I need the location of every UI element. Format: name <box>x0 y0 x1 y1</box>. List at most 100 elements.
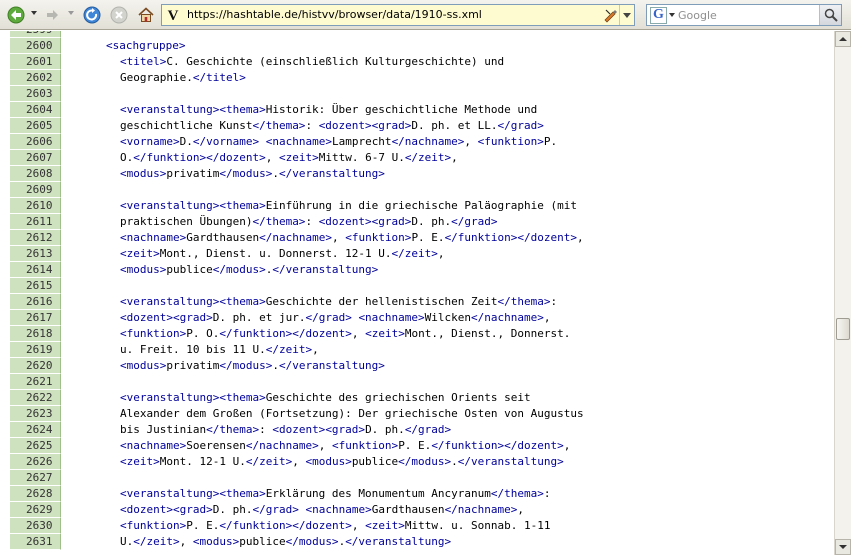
xml-text: , <box>577 231 584 244</box>
xml-text: publice <box>351 455 399 468</box>
line-number: 2615 <box>10 278 61 294</box>
xml-text: : <box>550 295 558 308</box>
xml-text: privatim <box>166 359 220 372</box>
scroll-up-button[interactable] <box>835 31 851 47</box>
line-number: 2601 <box>10 54 61 70</box>
xml-text: D. ph. <box>411 215 452 228</box>
xml-tag: <thema> <box>219 199 266 212</box>
line-number: 2627 <box>10 470 61 486</box>
xml-text: , <box>318 439 332 452</box>
line-code: <funktion>P. O.</funktion></dozent>, <ze… <box>120 326 570 342</box>
xml-text: privatim <box>166 167 220 180</box>
xml-tag: <zeit> <box>365 327 405 340</box>
xml-tag: </nachname> <box>444 503 518 516</box>
url-bar[interactable]: V https://hashtable.de/histvv/browser/da… <box>161 4 635 26</box>
edit-tool-icon[interactable] <box>603 7 619 23</box>
xml-tag: <sachgruppe> <box>106 39 186 52</box>
xml-text: , <box>351 327 366 340</box>
xml-text: Gardthausen <box>186 231 260 244</box>
xml-text: , <box>351 519 366 532</box>
xml-text: Wilcken <box>424 311 472 324</box>
xml-tag: <veranstaltung> <box>120 487 220 500</box>
url-text[interactable]: https://hashtable.de/histvv/browser/data… <box>187 8 482 21</box>
xml-tag: </modus> <box>285 535 339 548</box>
xml-text: Mont., Dienst., Donnerst. <box>404 327 571 340</box>
line-number: 2604 <box>10 102 61 118</box>
xml-tag: <nachname> <box>120 439 187 452</box>
line-number: 2612 <box>10 230 61 246</box>
vertical-scrollbar[interactable] <box>834 31 851 555</box>
xml-text: publice <box>166 263 213 276</box>
xml-text: Gardthausen <box>371 503 445 516</box>
home-button[interactable] <box>136 4 156 26</box>
back-button[interactable] <box>6 4 26 26</box>
xml-text: , <box>292 455 306 468</box>
line-code: <dozent><grad>D. ph.</grad> <nachname>Ga… <box>120 502 524 518</box>
search-input[interactable] <box>678 6 816 24</box>
svg-text:V: V <box>168 8 179 23</box>
source-line: 2599 <box>0 31 834 38</box>
forward-arrow-icon <box>47 10 58 20</box>
line-number: 2608 <box>10 166 61 182</box>
scroll-thumb[interactable] <box>836 318 850 340</box>
xml-text: Mittw. u. Sonnab. 1-11 <box>404 519 551 532</box>
google-g-icon: G <box>650 6 667 24</box>
line-code: <modus>privatim</modus>.</veranstaltung> <box>120 166 385 182</box>
line-number: 2616 <box>10 294 61 310</box>
xml-tag: <grad> <box>325 423 366 436</box>
reload-icon <box>83 6 101 24</box>
line-code: bis Justinian</thema>: <dozent><grad>D. … <box>120 422 451 438</box>
xml-tag: </vorname> <box>192 135 260 148</box>
xml-tag: </grad> <box>404 423 452 436</box>
xml-tag: </grad> <box>305 311 352 324</box>
xml-text: D. <box>179 135 193 148</box>
xml-tag: </thema> <box>206 423 260 436</box>
stop-button[interactable] <box>109 4 129 26</box>
search-button[interactable] <box>819 5 841 25</box>
xml-tag: </funktion> <box>219 327 293 340</box>
xml-tag: </veranstaltung> <box>278 359 385 372</box>
xml-text: . <box>272 167 279 180</box>
xml-tag: </dozent> <box>206 151 266 164</box>
source-line: 2625 <nachname>Soerensen</nachname>, <fun… <box>0 438 834 454</box>
xml-tag: </funktion> <box>133 151 207 164</box>
xml-tag: <thema> <box>219 391 266 404</box>
line-code: <veranstaltung><thema>Geschichte der hel… <box>120 294 557 310</box>
line-code: <nachname>Soerensen</nachname>, <funktio… <box>120 438 570 454</box>
source-line: 2613 <zeit>Mont., Dienst. u. Donnerst. 12… <box>0 246 834 262</box>
xml-text: Geschichte des griechischen Orients seit <box>265 391 531 404</box>
scroll-down-button[interactable] <box>835 539 851 555</box>
reload-button[interactable] <box>82 4 102 26</box>
xml-tag: <funktion> <box>345 231 412 244</box>
line-code: <nachname>Gardthausen</nachname>, <funkt… <box>120 230 584 246</box>
line-code: <sachgruppe> <box>106 38 185 54</box>
xml-tag: </veranstaltung> <box>457 455 564 468</box>
xml-text: : <box>305 215 319 228</box>
xml-tag: <nachname> <box>358 311 425 324</box>
magnifier-icon <box>824 8 838 22</box>
xml-tag: <zeit> <box>278 151 319 164</box>
xml-tag: </dozent> <box>517 231 578 244</box>
line-number: 2605 <box>10 118 61 134</box>
xml-text: Geschichte der hellenistischen Zeit <box>265 295 498 308</box>
forward-button[interactable] <box>43 4 63 26</box>
xml-tag: <dozent> <box>120 311 173 324</box>
xml-tag: </veranstaltung> <box>272 263 379 276</box>
xml-tag: <dozent> <box>318 119 372 132</box>
url-history-dropdown[interactable] <box>619 5 634 25</box>
back-history-dropdown[interactable] <box>31 11 37 15</box>
chevron-down-icon <box>623 12 631 18</box>
forward-history-dropdown[interactable] <box>68 11 74 15</box>
xml-tag: <dozent> <box>120 503 173 516</box>
xml-text: Mont. 12-1 U. <box>159 455 246 468</box>
line-number: 2613 <box>10 246 61 262</box>
line-code: O.</funktion></dozent>, <zeit>Mittw. 6-7… <box>120 150 458 166</box>
xml-text: P. <box>543 135 558 148</box>
line-code: <dozent><grad>D. ph. et jur.</grad> <nac… <box>120 310 551 326</box>
source-line: 2602 Geographie.</titel> <box>0 70 834 86</box>
xml-tag: <thema> <box>219 487 266 500</box>
xml-text: , <box>563 439 571 452</box>
search-engine-selector[interactable]: G <box>648 6 676 24</box>
source-line: 2608 <modus>privatim</modus>.</veranstalt… <box>0 166 834 182</box>
xml-tag: </dozent> <box>292 519 352 532</box>
